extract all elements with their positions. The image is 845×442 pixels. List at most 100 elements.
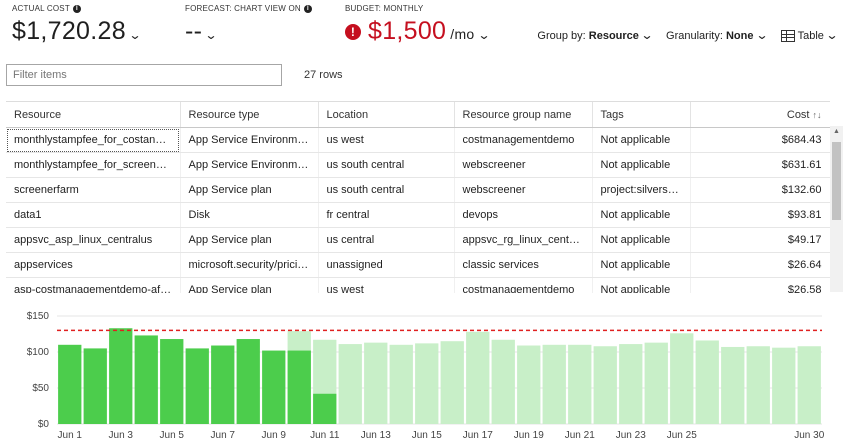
y-tick-label: $50 [32,383,49,394]
table-row[interactable]: monthlystampfee_for_costanalysis... App S… [6,127,830,153]
forecast-cost-bar [695,340,719,424]
x-tick-label: Jun 1 [58,430,83,441]
cell-tags: Not applicable [592,227,691,253]
granularity-label: Granularity: [666,30,723,43]
x-tick-label: Jun 25 [667,430,697,441]
forecast-cost-bar [466,331,490,424]
table-row[interactable]: appservices microsoft.security/pricings un… [6,252,830,278]
budget-value: $1,500 [368,17,447,45]
cell-location: fr central [318,202,455,228]
forecast-cost-bar [440,341,464,424]
forecast-cost-bar [619,344,643,424]
x-tick-label: Jun 17 [463,430,493,441]
table-row[interactable]: appsvc_asp_linux_centralus App Service pl… [6,227,830,253]
actual-cost-bar [109,328,133,424]
cell-location: us west [318,277,455,293]
actual-cost-bar [134,335,158,424]
x-tick-label: Jun 5 [160,430,185,441]
forecast-cost-bar [746,346,770,424]
alert-icon: ! [345,23,361,40]
forecast-cost-bar [415,343,439,424]
forecast-cost-bar [517,345,541,424]
group-by-dropdown[interactable]: Group by: Resource ⌄ [537,28,654,43]
cell-tags: Not applicable [592,202,691,228]
column-header-resource[interactable]: Resource [6,102,181,128]
cell-resource-group: costmanagementdemo [454,127,593,153]
cell-resource-group: appsvc_rg_linux_centralus [454,227,593,253]
chevron-down-icon[interactable]: ⌄ [205,28,218,42]
filter-input[interactable] [6,64,282,86]
chevron-down-icon[interactable]: ⌄ [477,28,490,42]
table-row[interactable]: monthlystampfee_for_screenerenv App Servi… [6,152,830,178]
forecast-label: FORECAST: CHART VIEW ON [185,4,301,13]
chevron-down-icon: ⌄ [825,28,839,42]
actual-cost-value: $1,720.28 [12,17,126,45]
x-tick-label: Jun 7 [211,430,236,441]
x-tick-label: Jun 21 [565,430,595,441]
cell-resource-type: App Service plan [180,177,319,203]
forecast-cost-bar [721,346,745,424]
cell-location: unassigned [318,252,455,278]
forecast-cost-bar [491,339,515,424]
view-label: Table [797,30,824,42]
column-header-tags[interactable]: Tags [592,102,691,128]
cell-location: us south central [318,177,455,203]
cell-resource-type: App Service Environment [180,127,319,153]
x-tick-label: Jun 11 [310,430,340,441]
cell-location: us west [318,127,455,153]
column-header-resource-type[interactable]: Resource type [180,102,319,128]
granularity-dropdown[interactable]: Granularity: None ⌄ [666,28,768,43]
budget-kpi[interactable]: BUDGET: MONTHLY ! $1,500/mo ⌄ [345,4,490,46]
x-tick-label: Jun 30 [794,430,824,441]
sort-descending-icon[interactable]: ↑↓ [813,110,822,120]
actual-cost-bar [160,339,184,424]
cell-tags: Not applicable [592,152,691,178]
scrollbar-thumb[interactable] [832,142,841,220]
scroll-up-icon[interactable]: ▲ [833,128,840,135]
column-header-cost[interactable]: Cost ↑↓ [690,102,830,128]
cell-tags: Not applicable [592,127,691,153]
actual-cost-kpi[interactable]: ACTUAL COST i $1,720.28 ⌄ [12,4,141,46]
info-icon[interactable]: i [303,4,312,13]
column-header-resource-group[interactable]: Resource group name [454,102,593,128]
cell-resource-type: App Service plan [180,277,319,293]
table-row[interactable]: data1 Disk fr central devops Not applicable $… [6,202,830,228]
cell-resource-type: App Service plan [180,227,319,253]
y-tick-label: $150 [27,311,50,322]
actual-cost-bar [211,345,235,424]
chevron-down-icon[interactable]: ⌄ [128,28,141,42]
forecast-cost-bar [389,344,413,424]
group-by-label: Group by: [537,30,586,43]
cell-location: us south central [318,152,455,178]
cell-resource: screenerfarm [6,177,181,203]
cell-cost: $93.81 [690,202,830,228]
x-tick-label: Jun 9 [262,430,287,441]
y-tick-label: $100 [27,347,50,358]
cell-resource: monthlystampfee_for_screenerenv [6,152,181,178]
cell-resource: data1 [6,202,181,228]
actual-cost-bar [262,350,286,424]
cell-resource-type: Disk [180,202,319,228]
chevron-down-icon: ⌄ [640,28,654,43]
column-header-location[interactable]: Location [318,102,455,128]
x-tick-label: Jun 23 [616,430,646,441]
actual-cost-bar [287,350,311,424]
granularity-value: None [725,30,754,43]
actual-cost-label: ACTUAL COST [12,4,70,13]
cell-tags: Not applicable [592,252,691,278]
cell-cost: $132.60 [690,177,830,203]
table-row[interactable]: asp-costmanagementdemo-af3e App Service p… [6,277,830,293]
actual-cost-bar [58,344,82,424]
cell-cost: $26.58 [690,277,830,293]
cell-resource-group: classic services [454,252,593,278]
info-icon[interactable]: i [72,4,81,13]
forecast-cost-bar [670,333,694,424]
forecast-kpi[interactable]: FORECAST: CHART VIEW ON i -- ⌄ [185,4,312,46]
forecast-cost-bar [542,344,566,424]
daily-cost-chart: $0 $50 $100 $150 Jun 1 Jun 3 Jun 5 Jun 7 Jun 9 Ju… [27,311,825,441]
table-row[interactable]: screenerfarm App Service plan us south cen… [6,177,830,203]
table-icon [780,30,795,43]
cell-cost: $684.43 [690,127,830,153]
view-dropdown[interactable]: Table ⌄ [780,28,839,43]
table-scrollbar[interactable]: ▲ [830,126,843,292]
